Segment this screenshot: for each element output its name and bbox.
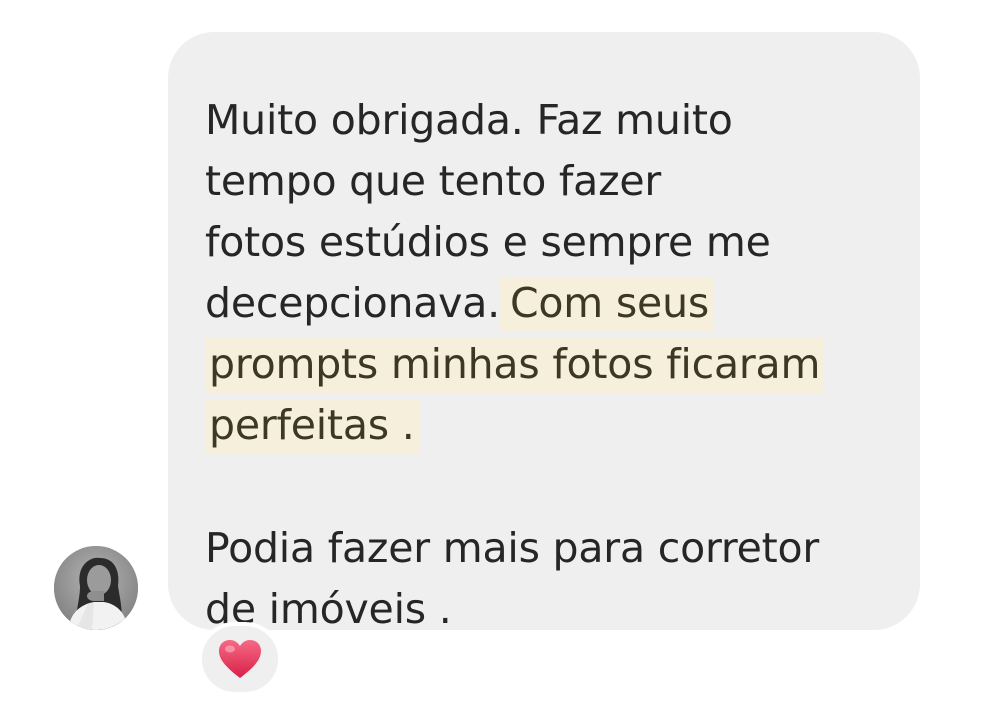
- message-line-highlighted: perfeitas .: [205, 395, 890, 456]
- message-line: de imóveis .: [205, 585, 452, 633]
- message-line-highlighted: prompts minhas fotos ficaram: [205, 334, 890, 395]
- reaction-badge[interactable]: [198, 622, 282, 696]
- highlighted-text: perfeitas .: [205, 399, 419, 454]
- highlighted-text: Com seus: [500, 277, 714, 332]
- highlighted-text: prompts minhas fotos ficaram: [205, 338, 825, 393]
- message-line: Muito obrigada. Faz muito: [205, 96, 733, 144]
- message-text: decepcionava.: [205, 279, 500, 327]
- message-line: tempo que tento fazer: [205, 157, 662, 205]
- sender-avatar[interactable]: [54, 546, 138, 630]
- message-line-mixed: decepcionava. Com seus: [205, 273, 890, 334]
- heart-icon: [219, 640, 261, 678]
- avatar-photo: [54, 546, 138, 630]
- message-bubble[interactable]: Muito obrigada. Faz muito tempo que tent…: [168, 32, 920, 633]
- message-line: Podia fazer mais para corretor: [205, 524, 820, 572]
- message-line: fotos estúdios e sempre me: [205, 218, 771, 266]
